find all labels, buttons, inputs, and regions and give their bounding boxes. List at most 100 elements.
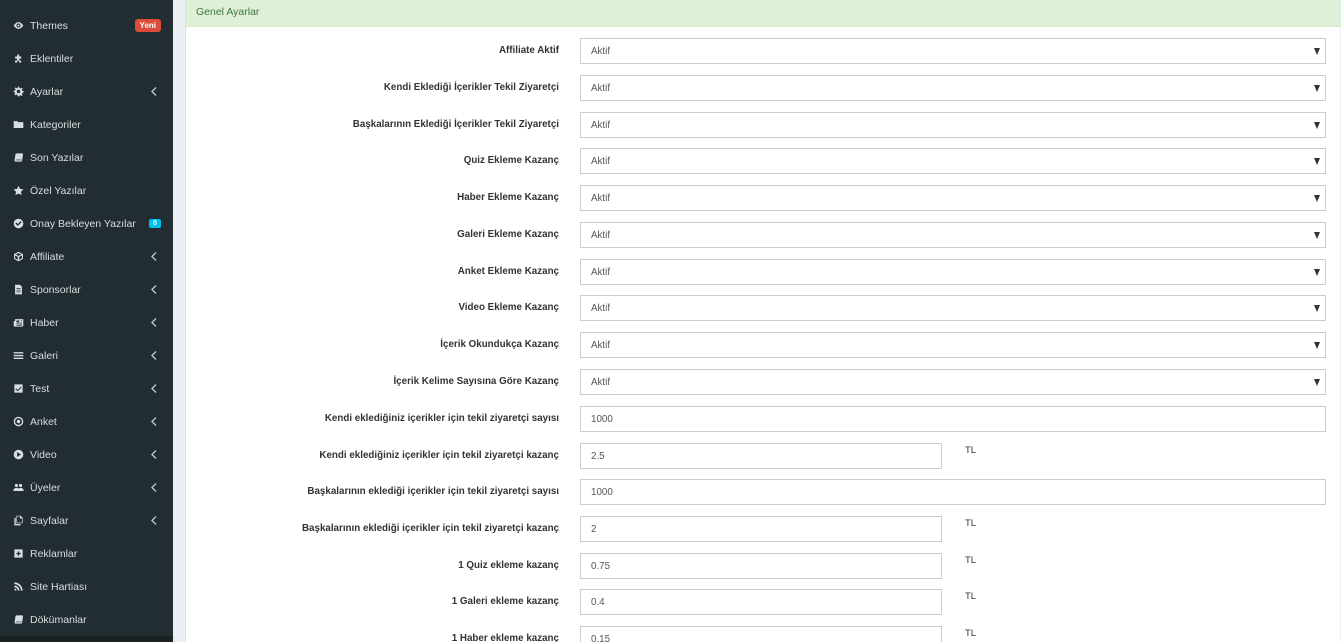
setting-input[interactable]: 1000: [580, 406, 1326, 432]
sidebar-item-label: Affiliate: [30, 250, 65, 263]
setting-row: Başkalarının Eklediği İçerikler Tekil Zi…: [186, 112, 1341, 138]
setting-select[interactable]: Aktif: [580, 222, 1326, 248]
sidebar-item-üyeler[interactable]: Üyeler: [0, 471, 173, 504]
input-value: 0.4: [591, 596, 605, 608]
caret-down-icon: [1314, 342, 1320, 349]
sidebar-item-özel-yazılar[interactable]: Özel Yazılar: [0, 174, 173, 207]
setting-row: Kendi Eklediği İçerikler Tekil Ziyaretçi…: [186, 75, 1341, 101]
setting-input[interactable]: 0.75: [580, 553, 942, 579]
sidebar-item-sayfalar[interactable]: Sayfalar: [0, 504, 173, 537]
chevron-left-icon: [149, 384, 159, 393]
chevron-left-icon: [149, 285, 159, 294]
eye-icon: [12, 20, 24, 32]
sidebar-item-label: Eklentiler: [30, 52, 74, 65]
input-value: 2.5: [591, 450, 605, 462]
sidebar-item-label: Son Yazılar: [30, 151, 84, 164]
select-value: Aktif: [591, 45, 611, 57]
setting-label: 1 Galeri ekleme kazanç: [451, 596, 559, 607]
select-value: Aktif: [591, 192, 611, 204]
setting-input[interactable]: 1000: [580, 479, 1326, 505]
setting-select[interactable]: Aktif: [580, 259, 1326, 285]
setting-select[interactable]: Aktif: [580, 112, 1326, 138]
setting-select[interactable]: Aktif: [580, 332, 1326, 358]
book-icon: [12, 614, 24, 626]
setting-label: Başkalarının eklediği içerikler için tek…: [301, 523, 559, 534]
setting-select[interactable]: Aktif: [580, 369, 1326, 395]
sidebar-item-reklamlar[interactable]: Reklamlar: [0, 537, 173, 570]
setting-input[interactable]: 2: [580, 516, 942, 542]
star-icon: [12, 185, 24, 197]
sidebar-item-site-hartiası[interactable]: Site Hartiası: [0, 570, 173, 603]
setting-row: İçerik Kelime Sayısına Göre Kazanç Aktif: [186, 369, 1341, 395]
folder-icon: [12, 119, 24, 131]
setting-label: İçerik Okundukça Kazanç: [440, 339, 559, 350]
sidebar-item-test[interactable]: Test: [0, 372, 173, 405]
sidebar-item-affiliate[interactable]: Affiliate: [0, 240, 173, 273]
setting-label: Kendi Eklediği İçerikler Tekil Ziyaretçi: [383, 82, 559, 93]
settings-panel: Genel Ayarlar Affiliate Aktif Aktif Kendi …: [185, 0, 1341, 642]
play-circle-icon: [12, 449, 24, 461]
setting-input[interactable]: 2.5: [580, 443, 942, 469]
setting-select[interactable]: Aktif: [580, 185, 1326, 211]
chevron-left-icon: [149, 87, 159, 96]
unit-label: TL: [965, 518, 977, 529]
select-value: Aktif: [591, 155, 611, 167]
sidebar-item-haber[interactable]: Haber: [0, 306, 173, 339]
setting-select[interactable]: Aktif: [580, 75, 1326, 101]
setting-row: Kendi eklediğiniz içerikler için tekil z…: [186, 406, 1341, 432]
caret-down-icon: [1314, 85, 1320, 92]
setting-input[interactable]: 0.15: [580, 626, 942, 642]
sidebar-item-kategoriler[interactable]: Kategoriler: [0, 108, 173, 141]
setting-row: Haber Ekleme Kazanç Aktif: [186, 185, 1341, 211]
chevron-left-icon: [149, 351, 159, 360]
setting-row: Başkalarının eklediği içerikler için tek…: [186, 516, 1341, 542]
sidebar-item-label: Sponsorlar: [30, 283, 81, 296]
sidebar-item-onay-bekleyen-yazılar[interactable]: Onay Bekleyen Yazılar 0: [0, 207, 173, 240]
panel-title: Genel Ayarlar: [186, 0, 1341, 27]
sidebar-item-anket[interactable]: Anket: [0, 405, 173, 438]
setting-row: Kendi eklediğiniz içerikler için tekil z…: [186, 443, 1341, 469]
sidebar-item-dökümanlar[interactable]: Dökümanlar: [0, 603, 173, 636]
setting-input[interactable]: 0.4: [580, 589, 942, 615]
sidebar-item-video[interactable]: Video: [0, 438, 173, 471]
setting-row: Quiz Ekleme Kazanç Aktif: [186, 148, 1341, 174]
sidebar-badge: Yeni: [134, 19, 161, 32]
sidebar-item-label: Anket: [30, 415, 57, 428]
setting-row: Anket Ekleme Kazanç Aktif: [186, 259, 1341, 285]
sidebar-item-sponsorlar[interactable]: Sponsorlar: [0, 273, 173, 306]
sidebar-item-themes[interactable]: Themes Yeni: [0, 9, 173, 42]
chevron-left-icon: [149, 252, 159, 261]
chevron-left-icon: [149, 516, 159, 525]
input-value: 1000: [591, 413, 613, 425]
setting-label: İçerik Kelime Sayısına Göre Kazanç: [393, 376, 559, 387]
setting-row: Galeri Ekleme Kazanç Aktif: [186, 222, 1341, 248]
check-circle-icon: [12, 218, 24, 230]
sidebar-item-label: Haber: [30, 316, 59, 329]
newspaper-icon: [12, 317, 24, 329]
select-value: Aktif: [591, 266, 611, 278]
setting-select[interactable]: Aktif: [580, 38, 1326, 64]
sidebar-item-son-yazılar[interactable]: Son Yazılar: [0, 141, 173, 174]
caret-down-icon: [1314, 269, 1320, 276]
sidebar-item-galeri[interactable]: Galeri: [0, 339, 173, 372]
sidebar-item-ayarlar[interactable]: Ayarlar: [0, 75, 173, 108]
setting-label: Galeri Ekleme Kazanç: [457, 229, 559, 240]
caret-down-icon: [1314, 48, 1320, 55]
sidebar-item-eklentiler[interactable]: Eklentiler: [0, 42, 173, 75]
chevron-left-icon: [149, 318, 159, 327]
sidebar-item-label: Onay Bekleyen Yazılar: [30, 217, 136, 230]
sidebar-item-label: Özel Yazılar: [30, 184, 87, 197]
caret-down-icon: [1314, 195, 1320, 202]
setting-select[interactable]: Aktif: [580, 295, 1326, 321]
select-value: Aktif: [591, 82, 611, 94]
setting-row: 1 Quiz ekleme kazanç 0.75 TL: [186, 553, 1341, 579]
chevron-left-icon: [149, 450, 159, 459]
setting-label: Başkalarının Eklediği İçerikler Tekil Zi…: [352, 119, 559, 130]
setting-label: Quiz Ekleme Kazanç: [463, 155, 559, 166]
unit-label: TL: [965, 445, 977, 456]
cube-icon: [12, 251, 24, 263]
setting-select[interactable]: Aktif: [580, 148, 1326, 174]
setting-label: Kendi eklediğiniz içerikler için tekil z…: [324, 413, 559, 424]
setting-label: Video Ekleme Kazanç: [458, 302, 559, 313]
setting-label: Başkalarının eklediği içerikler için tek…: [307, 486, 559, 497]
